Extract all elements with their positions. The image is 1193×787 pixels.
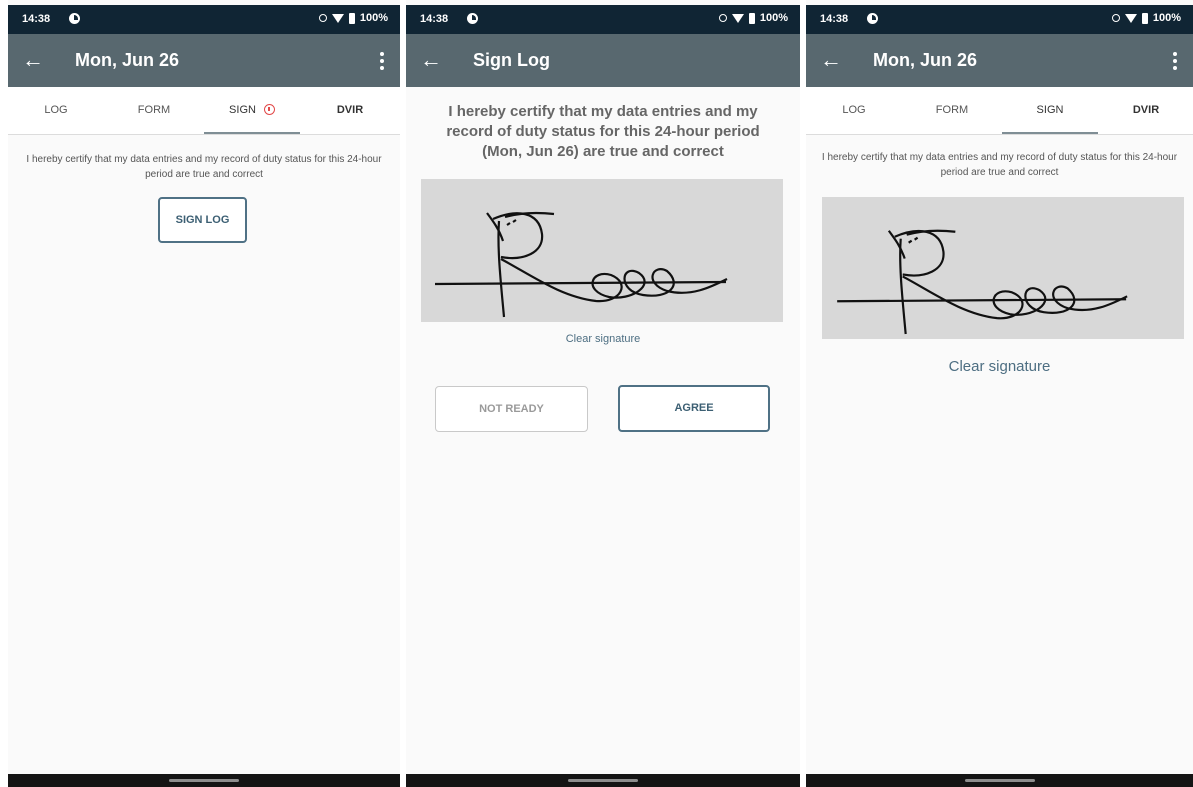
wifi-icon [331,13,344,23]
notification-icon [867,13,878,24]
status-bar: 14:38 100% [806,5,1193,34]
tab-log-label: LOG [842,104,866,116]
tab-sign-label: SIGN [1036,104,1064,116]
screen-sign-tab-signed: 14:38 100% ← Mon, Jun 26 LOG FORM SIGN D… [806,0,1193,787]
tab-log[interactable]: LOG [8,87,104,134]
tab-bar: LOG FORM SIGN DVIR [8,87,400,135]
clear-signature-link[interactable]: Clear signature [406,333,800,345]
tab-bar: LOG FORM SIGN DVIR [806,87,1193,135]
sign-log-button[interactable]: SIGN LOG [158,197,247,243]
signature-pad [822,197,1184,339]
tab-dvir-label: DVIR [1132,104,1160,116]
battery-icon [748,12,755,24]
page-title: Sign Log [473,50,550,70]
signature-pad[interactable] [421,179,783,322]
tab-form-label: FORM [935,104,969,116]
alarm-icon [318,14,327,22]
navigation-bar [8,774,400,787]
tab-form-label: FORM [137,104,171,116]
page-title: Mon, Jun 26 [75,50,180,70]
status-bar: 14:38 100% [406,5,800,34]
alarm-icon [718,14,727,22]
certification-text: I hereby certify that my data entries an… [26,154,382,180]
status-time: 14:38 [22,13,51,25]
tab-log[interactable]: LOG [806,87,902,134]
signature-drawing [837,229,1128,335]
page-title: Mon, Jun 26 [873,50,978,70]
signature-drawing [434,211,728,318]
navigation-bar [406,774,800,787]
screen-sign-tab-unsigned: 14:38 100% ← Mon, Jun 26 LOG FORM SIGN D… [8,0,400,787]
app-bar: ← Sign Log [406,34,800,87]
certification-text: I hereby certify that my data entries an… [446,103,760,160]
wifi-icon [1124,13,1137,23]
status-bar: 14:38 100% [8,5,400,34]
not-ready-button[interactable]: NOT READY [435,386,588,432]
tab-form[interactable]: FORM [904,87,1000,134]
notification-icon [69,13,80,24]
home-handle[interactable] [169,779,239,782]
battery-icon [1141,12,1148,24]
tab-dvir[interactable]: DVIR [302,87,398,134]
more-vertical-icon[interactable] [380,52,384,70]
arrow-left-icon[interactable]: ← [22,48,44,72]
clear-signature-link[interactable]: Clear signature [806,358,1193,375]
screen-sign-log: 14:38 100% ← Sign Log I hereby certify t… [406,0,800,787]
notification-icon [467,13,478,24]
alarm-icon [1111,14,1120,22]
tab-dvir[interactable]: DVIR [1098,87,1193,134]
app-bar: ← Mon, Jun 26 [806,34,1193,87]
battery-percent: 100% [359,12,388,24]
status-time: 14:38 [420,13,449,25]
more-vertical-icon[interactable] [1173,52,1177,70]
tab-log-label: LOG [44,104,68,116]
tab-sign[interactable]: SIGN [204,87,300,134]
wifi-icon [731,13,744,23]
navigation-bar [806,774,1193,787]
certification-text: I hereby certify that my data entries an… [821,152,1178,178]
battery-percent: 100% [759,12,788,24]
status-time: 14:38 [820,13,849,25]
home-handle[interactable] [568,779,638,782]
tab-form[interactable]: FORM [106,87,202,134]
arrow-left-icon[interactable]: ← [820,48,842,72]
battery-icon [348,12,355,24]
agree-button[interactable]: AGREE [618,385,770,432]
tab-sign[interactable]: SIGN [1002,87,1098,134]
tab-sign-label: SIGN [229,104,256,116]
app-bar: ← Mon, Jun 26 [8,34,400,87]
battery-percent: 100% [1152,12,1181,24]
home-handle[interactable] [964,779,1035,782]
alert-circle-icon [263,104,275,115]
tab-dvir-label: DVIR [336,104,364,116]
arrow-left-icon[interactable]: ← [420,48,442,72]
